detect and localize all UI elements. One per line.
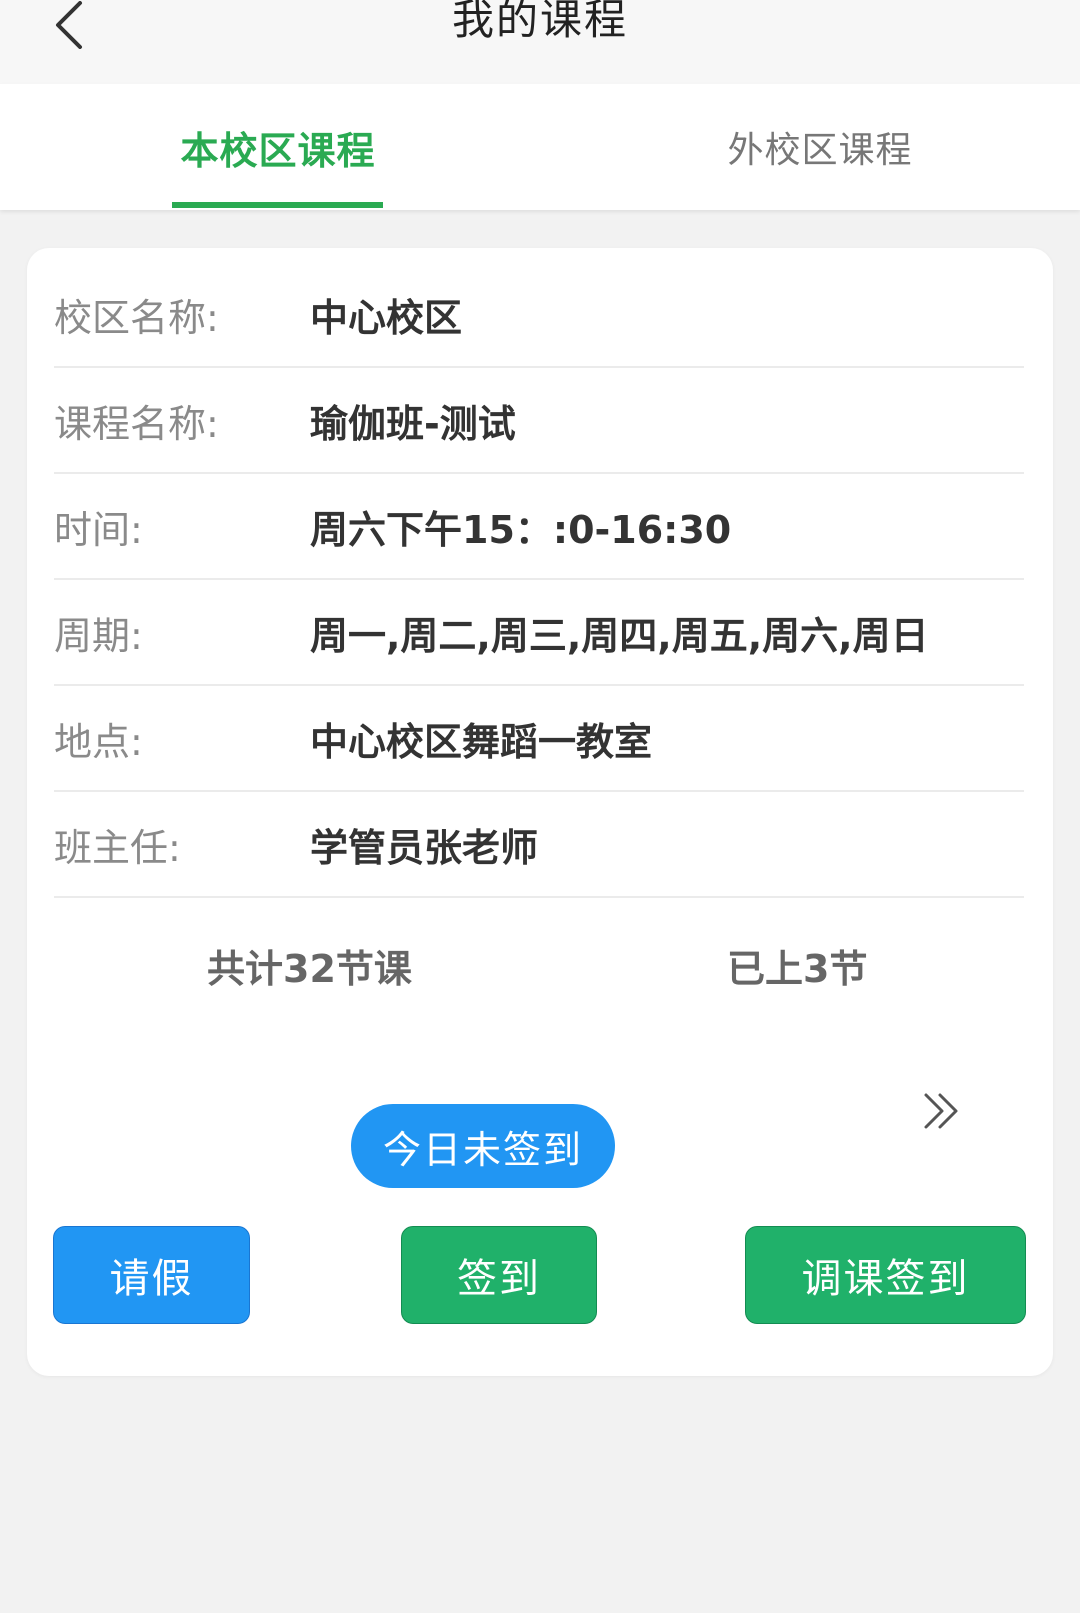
tab-other-campus[interactable]: 外校区课程 [710,84,930,210]
checkin-status-badge: 今日未签到 [351,1104,615,1188]
course-name-label: 课程名称: [54,401,219,446]
cycle-row: 周期: 周一,周二,周三,周四,周五,周六,周日 [54,580,1024,686]
tab-local-campus-label: 本校区课程 [180,128,376,173]
adjust-checkin-button[interactable]: 调课签到 [745,1226,1026,1324]
tab-other-campus-label: 外校区课程 [727,130,913,171]
time-value: 周六下午15：:0-16:30 [310,507,732,552]
leave-button[interactable]: 请假 [53,1226,250,1324]
head-teacher-label: 班主任: [54,825,181,870]
location-label: 地点: [54,719,143,764]
head-teacher-value: 学管员张老师 [310,825,539,870]
location-row: 地点: 中心校区舞蹈一教室 [54,686,1024,792]
tab-bar: 本校区课程 外校区课程 [0,84,1080,210]
course-name-row: 课程名称: 瑜伽班-测试 [54,368,1024,474]
course-name-value: 瑜伽班-测试 [310,401,516,446]
active-tab-indicator [172,202,383,208]
cycle-label: 周期: [54,613,143,658]
attended-lessons-count: 已上3节 [727,947,868,991]
double-chevron-right-icon [924,1093,958,1129]
total-lessons-count: 共计32节课 [207,947,412,991]
page-title: 我的课程 [451,0,628,44]
app-header: 我的课程 [0,0,1080,84]
time-row: 时间: 周六下午15：:0-16:30 [54,474,1024,580]
location-value: 中心校区舞蹈一教室 [310,719,653,764]
campus-name-value: 中心校区 [310,295,463,340]
course-card: 校区名称: 中心校区 课程名称: 瑜伽班-测试 时间: 周六下午15：:0-16… [27,248,1053,1376]
cycle-value: 周一,周二,周三,周四,周五,周六,周日 [310,613,929,658]
tab-local-campus[interactable]: 本校区课程 [172,84,384,210]
head-teacher-row: 班主任: 学管员张老师 [54,792,1024,898]
more-button[interactable] [917,1086,967,1136]
checkin-button[interactable]: 签到 [401,1226,597,1324]
time-label: 时间: [54,507,143,552]
campus-name-row: 校区名称: 中心校区 [54,262,1024,368]
campus-name-label: 校区名称: [54,295,219,340]
